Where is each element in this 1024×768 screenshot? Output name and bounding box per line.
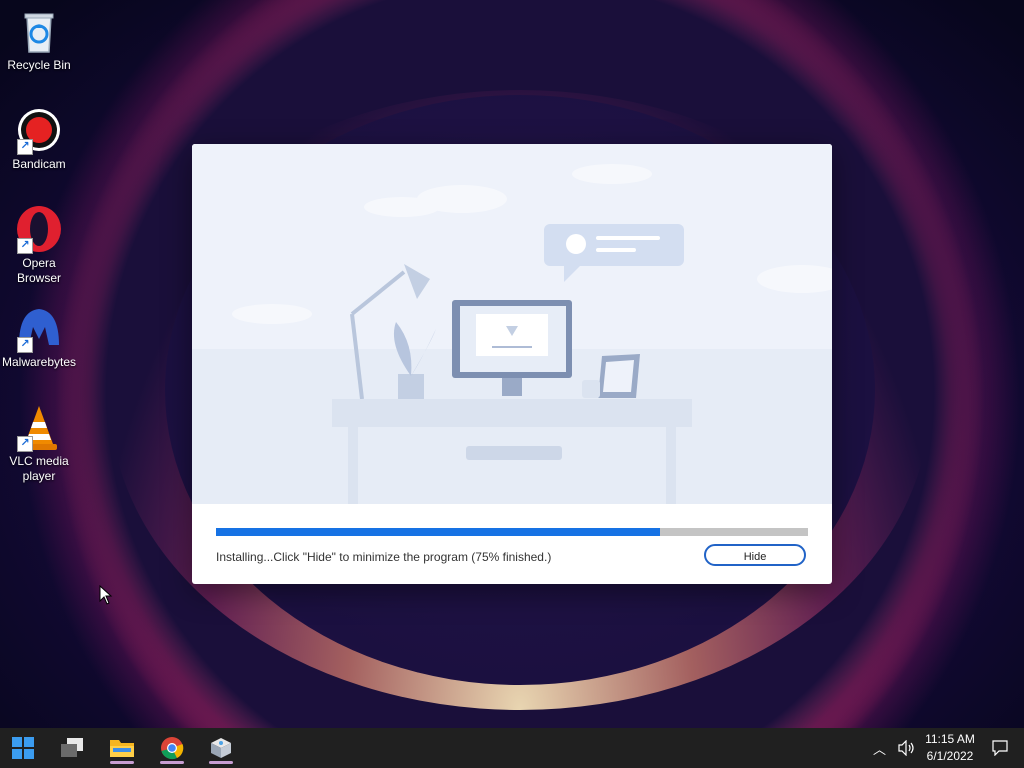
install-progress-fill [216, 528, 660, 536]
bandicam-icon: ↗ [15, 107, 63, 155]
desktop-icon-label: Bandicam [12, 157, 66, 171]
show-hidden-icons-chevron-icon[interactable]: ︿ [873, 739, 886, 758]
mouse-cursor-icon [99, 585, 113, 605]
taskbar-chrome[interactable] [152, 732, 192, 764]
vlc-icon: ↗ [15, 404, 63, 452]
volume-icon[interactable] [898, 740, 916, 756]
install-status-text: Installing...Click "Hide" to minimize th… [216, 550, 552, 564]
installer-illustration [192, 144, 832, 504]
desktop-icon-label: Opera Browser [16, 256, 61, 285]
chrome-icon [161, 737, 184, 760]
install-progress-bar [216, 528, 808, 536]
task-view-button[interactable] [52, 732, 92, 764]
clock-time[interactable]: 11:15 AM [920, 732, 980, 746]
desktop-icon-opera[interactable]: ↗ Opera Browser [0, 206, 78, 286]
running-indicator [110, 761, 134, 764]
opera-icon: ↗ [15, 206, 63, 254]
shortcut-arrow-icon: ↗ [17, 238, 33, 254]
folder-icon [110, 740, 134, 757]
malwarebytes-icon: ↗ [15, 305, 63, 353]
installer-dialog: Installing...Click "Hide" to minimize th… [192, 144, 832, 584]
taskbar: ︿ 11:15 AM 6/1/2022 [0, 728, 1024, 768]
notifications-icon[interactable] [992, 740, 1008, 756]
windows-start-icon [12, 737, 34, 759]
desktop-icon-label: Recycle Bin [7, 58, 71, 72]
start-button[interactable] [3, 732, 43, 764]
desktop-icon-bandicam[interactable]: ↗ Bandicam [0, 107, 78, 172]
recycle-bin-icon [15, 8, 63, 56]
desktop-icon-vlc[interactable]: ↗ VLC media player [0, 404, 78, 484]
desktop-icon-malwarebytes[interactable]: ↗ Malwarebytes [0, 305, 78, 370]
desktop-icon-recycle-bin[interactable]: Recycle Bin [0, 8, 78, 73]
running-indicator [209, 761, 233, 764]
shortcut-arrow-icon: ↗ [17, 436, 33, 452]
desktop-icon-label: Malwarebytes [1, 355, 77, 369]
task-view-icon [61, 738, 83, 757]
taskbar-file-explorer[interactable] [102, 732, 142, 764]
shortcut-arrow-icon: ↗ [17, 139, 33, 155]
clock-date[interactable]: 6/1/2022 [920, 749, 980, 763]
hide-button[interactable]: Hide [704, 544, 806, 566]
shortcut-arrow-icon: ↗ [17, 337, 33, 353]
desktop: Recycle Bin ↗ Bandicam ↗ Opera Browser ↗… [0, 0, 1024, 728]
running-indicator [160, 761, 184, 764]
taskbar-installer[interactable] [201, 732, 241, 764]
installer-app-icon [211, 738, 231, 758]
desktop-icon-label: VLC media player [9, 454, 69, 483]
